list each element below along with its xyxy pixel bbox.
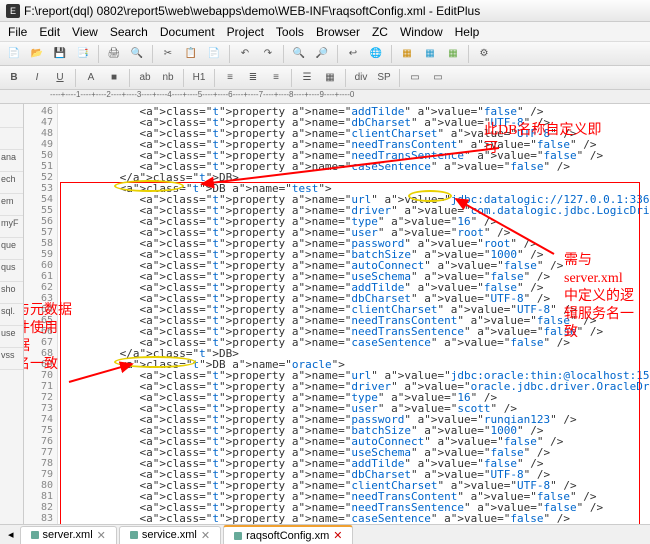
- wrap-icon[interactable]: ↩: [343, 44, 363, 64]
- side-item[interactable]: qus: [0, 260, 23, 282]
- tool2-icon[interactable]: ▦: [420, 44, 440, 64]
- line-gutter: 4647484950515253545556575859606162636465…: [24, 104, 58, 524]
- side-item[interactable]: em: [0, 194, 23, 216]
- tab-label: service.xml: [142, 529, 197, 541]
- tool-icon[interactable]: ▦: [397, 44, 417, 64]
- italic-icon[interactable]: I: [27, 68, 47, 88]
- save-all-icon[interactable]: 📑: [73, 44, 93, 64]
- menu-view[interactable]: View: [72, 25, 98, 39]
- nb-button[interactable]: nb: [158, 68, 178, 88]
- file-icon: [130, 531, 138, 539]
- tool3-icon[interactable]: ▦: [443, 44, 463, 64]
- align-left-icon[interactable]: ≡: [220, 68, 240, 88]
- replace-icon[interactable]: 🔎: [312, 44, 332, 64]
- menu-search[interactable]: Search: [110, 25, 148, 39]
- side-panel[interactable]: anaechemmyFquequsshosql.usevss: [0, 104, 24, 524]
- file-icon: [31, 531, 39, 539]
- heading-icon[interactable]: H1: [189, 68, 209, 88]
- document-tabs: ◂server.xml✕service.xml✕raqsoftConfig.xm…: [0, 524, 650, 544]
- side-item[interactable]: use: [0, 326, 23, 348]
- code-area[interactable]: <a">class="t">property a">name="addTilde…: [60, 104, 650, 524]
- underline-icon[interactable]: U: [50, 68, 70, 88]
- code-editor[interactable]: 4647484950515253545556575859606162636465…: [24, 104, 650, 524]
- toolbar-html: B I U A ■ ab nb H1 ≡ ≣ ≡ ☰ ▦ div SP ▭ ▭: [0, 66, 650, 90]
- extra2-icon[interactable]: ▭: [428, 68, 448, 88]
- tab-service-xml[interactable]: service.xml ✕: [119, 526, 221, 544]
- menu-document[interactable]: Document: [160, 25, 215, 39]
- side-item[interactable]: sho: [0, 282, 23, 304]
- tab-label: raqsoftConfig.xm: [246, 530, 329, 542]
- copy-icon[interactable]: 📋: [181, 44, 201, 64]
- close-tab-icon[interactable]: ✕: [333, 529, 342, 542]
- extra1-icon[interactable]: ▭: [405, 68, 425, 88]
- menu-tools[interactable]: Tools: [276, 25, 304, 39]
- menu-project[interactable]: Project: [227, 25, 264, 39]
- window-title: F:\report(dql) 0802\report5\web\webapps\…: [24, 4, 480, 18]
- align-right-icon[interactable]: ≡: [266, 68, 286, 88]
- app-icon: E: [6, 4, 20, 18]
- side-item[interactable]: [0, 106, 23, 128]
- menu-zc[interactable]: ZC: [372, 25, 388, 39]
- align-center-icon[interactable]: ≣: [243, 68, 263, 88]
- side-item[interactable]: ech: [0, 172, 23, 194]
- browser-icon[interactable]: 🌐: [366, 44, 386, 64]
- cut-icon[interactable]: ✂: [158, 44, 178, 64]
- ruler: ----+----1----+----2----+----3----+----4…: [0, 90, 650, 104]
- side-item[interactable]: sql.: [0, 304, 23, 326]
- bold-icon[interactable]: B: [4, 68, 24, 88]
- color-icon[interactable]: ■: [104, 68, 124, 88]
- menu-edit[interactable]: Edit: [39, 25, 60, 39]
- side-item[interactable]: ana: [0, 150, 23, 172]
- undo-icon[interactable]: ↶: [235, 44, 255, 64]
- menu-file[interactable]: File: [8, 25, 27, 39]
- div-button[interactable]: div: [351, 68, 371, 88]
- table-icon[interactable]: ▦: [320, 68, 340, 88]
- preview-icon[interactable]: 🔍: [127, 44, 147, 64]
- close-tab-icon[interactable]: ✕: [97, 529, 106, 542]
- title-bar: E F:\report(dql) 0802\report5\web\webapp…: [0, 0, 650, 22]
- toolbar-main: 📄 📂 💾 📑 🖨 🔍 ✂ 📋 📄 ↶ ↷ 🔍 🔎 ↩ 🌐 ▦ ▦ ▦ ⚙: [0, 42, 650, 66]
- tab-server-xml[interactable]: server.xml ✕: [20, 526, 117, 544]
- side-item[interactable]: que: [0, 238, 23, 260]
- ab-button[interactable]: ab: [135, 68, 155, 88]
- paste-icon[interactable]: 📄: [204, 44, 224, 64]
- save-icon[interactable]: 💾: [50, 44, 70, 64]
- file-icon: [234, 532, 242, 540]
- sp-button[interactable]: SP: [374, 68, 394, 88]
- tab-raqsoftConfig-xm[interactable]: raqsoftConfig.xm ✕: [223, 525, 353, 544]
- side-item[interactable]: vss: [0, 348, 23, 370]
- menu-window[interactable]: Window: [400, 25, 443, 39]
- open-file-icon[interactable]: 📂: [27, 44, 47, 64]
- print-icon[interactable]: 🖨: [104, 44, 124, 64]
- new-file-icon[interactable]: 📄: [4, 44, 24, 64]
- close-tab-icon[interactable]: ✕: [201, 529, 210, 542]
- font-icon[interactable]: A: [81, 68, 101, 88]
- find-icon[interactable]: 🔍: [289, 44, 309, 64]
- menu-browser[interactable]: Browser: [316, 25, 360, 39]
- tab-prev-icon[interactable]: ◂: [4, 528, 18, 541]
- settings-icon[interactable]: ⚙: [474, 44, 494, 64]
- menu-bar: File Edit View Search Document Project Tools Br…: [0, 22, 650, 42]
- tab-label: server.xml: [43, 529, 93, 541]
- list-icon[interactable]: ☰: [297, 68, 317, 88]
- menu-help[interactable]: Help: [455, 25, 480, 39]
- redo-icon[interactable]: ↷: [258, 44, 278, 64]
- side-item[interactable]: myF: [0, 216, 23, 238]
- side-item[interactable]: [0, 128, 23, 150]
